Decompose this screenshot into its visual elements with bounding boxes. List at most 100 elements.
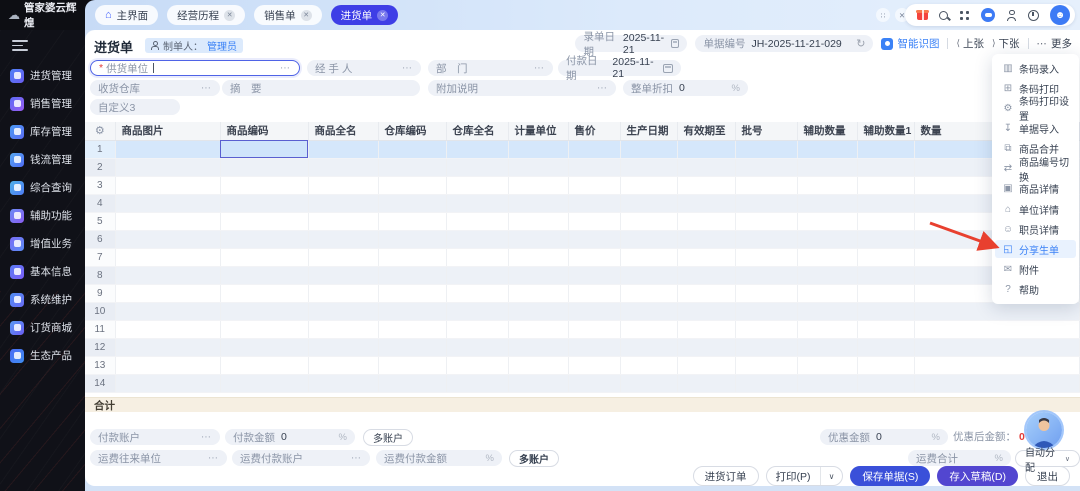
table-cell[interactable] bbox=[508, 320, 568, 338]
table-cell[interactable] bbox=[378, 266, 446, 284]
table-cell[interactable] bbox=[677, 248, 735, 266]
table-cell[interactable] bbox=[115, 176, 220, 194]
table-cell[interactable] bbox=[378, 248, 446, 266]
table-cell[interactable] bbox=[378, 212, 446, 230]
table-cell[interactable] bbox=[568, 140, 620, 158]
table-cell[interactable] bbox=[857, 356, 914, 374]
table-cell[interactable] bbox=[797, 302, 857, 320]
calendar-icon[interactable] bbox=[671, 39, 679, 48]
table-cell[interactable] bbox=[220, 320, 308, 338]
col-header[interactable]: 商品图片 bbox=[115, 122, 220, 140]
tab-purchase-order[interactable]: 进货单 ✕ bbox=[331, 5, 399, 25]
warehouse-field[interactable]: 收货仓库 ⋯ bbox=[90, 80, 220, 96]
refresh-icon[interactable]: ↻ bbox=[856, 37, 865, 50]
purchase-order-button[interactable]: 进货订单 bbox=[693, 466, 759, 486]
table-row[interactable]: 10 bbox=[85, 302, 1080, 320]
menu-item-unit-detail[interactable]: ⌂单位详情 bbox=[995, 200, 1076, 218]
table-cell[interactable] bbox=[677, 338, 735, 356]
save-button[interactable]: 保存单据(S) bbox=[850, 466, 930, 486]
sidebar-item-purchase[interactable]: 进货管理 bbox=[0, 68, 85, 83]
sidebar-item-value-added[interactable]: 增值业务 bbox=[0, 236, 85, 251]
table-cell[interactable] bbox=[677, 266, 735, 284]
table-cell[interactable] bbox=[446, 212, 508, 230]
menu-item-doc-import[interactable]: ↧单据导入 bbox=[995, 120, 1076, 138]
supplier-field[interactable]: * 供货单位 ⋯ bbox=[90, 60, 300, 76]
table-cell[interactable] bbox=[115, 320, 220, 338]
table-cell[interactable] bbox=[115, 158, 220, 176]
table-cell[interactable] bbox=[446, 194, 508, 212]
table-cell[interactable] bbox=[115, 284, 220, 302]
table-cell[interactable] bbox=[857, 194, 914, 212]
table-cell[interactable] bbox=[378, 374, 446, 392]
table-row[interactable]: 6 bbox=[85, 230, 1080, 248]
table-cell[interactable] bbox=[568, 176, 620, 194]
table-cell[interactable] bbox=[797, 248, 857, 266]
table-cell[interactable] bbox=[220, 266, 308, 284]
menu-item-barcode-print-settings[interactable]: ⚙条码打印设置 bbox=[995, 99, 1076, 117]
table-cell[interactable] bbox=[308, 374, 378, 392]
draft-button[interactable]: 存入草稿(D) bbox=[937, 466, 1018, 486]
table-cell[interactable] bbox=[378, 284, 446, 302]
table-cell[interactable] bbox=[620, 374, 677, 392]
history-clock-icon[interactable] bbox=[1028, 10, 1039, 21]
table-cell[interactable] bbox=[220, 140, 308, 158]
table-cell[interactable] bbox=[508, 248, 568, 266]
print-button[interactable]: 打印(P) bbox=[767, 469, 820, 484]
table-cell[interactable] bbox=[914, 320, 1080, 338]
table-cell[interactable] bbox=[308, 230, 378, 248]
col-header[interactable]: 仓库全名 bbox=[446, 122, 508, 140]
table-cell[interactable] bbox=[568, 266, 620, 284]
sidebar-item-order-mall[interactable]: 订货商城 bbox=[0, 320, 85, 335]
table-cell[interactable] bbox=[620, 266, 677, 284]
menu-item-barcode-entry[interactable]: ▥条码录入 bbox=[995, 59, 1076, 77]
table-cell[interactable] bbox=[378, 140, 446, 158]
gear-icon[interactable]: ⚙ bbox=[95, 125, 105, 137]
table-cell[interactable] bbox=[308, 248, 378, 266]
print-dropdown-icon[interactable]: ∨ bbox=[820, 467, 843, 485]
table-cell[interactable] bbox=[446, 176, 508, 194]
table-cell[interactable] bbox=[735, 158, 797, 176]
discount-amount-field[interactable]: 优惠金额 0 % bbox=[820, 429, 948, 445]
prev-doc-button[interactable]: ⟨ 上张 bbox=[956, 36, 984, 51]
sidebar-item-cashflow[interactable]: 钱流管理 bbox=[0, 152, 85, 167]
table-cell[interactable] bbox=[508, 338, 568, 356]
table-cell[interactable] bbox=[220, 230, 308, 248]
pay-amount-field[interactable]: 付款金额 0 % bbox=[225, 429, 355, 445]
table-cell[interactable] bbox=[568, 338, 620, 356]
menu-item-share-create[interactable]: ◱分享生单 bbox=[995, 240, 1076, 258]
note-field[interactable]: 附加说明 ⋯ bbox=[428, 80, 616, 96]
table-cell[interactable] bbox=[508, 194, 568, 212]
handler-field[interactable]: 经 手 人 ⋯ bbox=[307, 60, 421, 76]
table-cell[interactable] bbox=[735, 320, 797, 338]
table-cell[interactable] bbox=[914, 338, 1080, 356]
table-cell[interactable] bbox=[735, 284, 797, 302]
table-cell[interactable] bbox=[378, 356, 446, 374]
table-cell[interactable] bbox=[568, 194, 620, 212]
table-cell[interactable] bbox=[677, 320, 735, 338]
member-scan-icon[interactable] bbox=[1006, 10, 1017, 21]
discount-field[interactable]: 整单折扣 0 % bbox=[623, 80, 748, 96]
freight-account-field[interactable]: 运费付款账户 ⋯ bbox=[232, 450, 370, 466]
freight-total-field[interactable]: 运费合计 % bbox=[908, 450, 1011, 466]
table-cell[interactable] bbox=[378, 338, 446, 356]
table-cell[interactable] bbox=[677, 176, 735, 194]
table-cell[interactable] bbox=[446, 356, 508, 374]
table-cell[interactable] bbox=[735, 374, 797, 392]
col-header[interactable]: 售价 bbox=[568, 122, 620, 140]
table-cell[interactable] bbox=[115, 266, 220, 284]
table-cell[interactable] bbox=[508, 302, 568, 320]
table-cell[interactable] bbox=[857, 248, 914, 266]
table-cell[interactable] bbox=[508, 230, 568, 248]
table-cell[interactable] bbox=[857, 284, 914, 302]
table-cell[interactable] bbox=[857, 212, 914, 230]
table-cell[interactable] bbox=[220, 374, 308, 392]
freight-unit-field[interactable]: 运费往来单位 ⋯ bbox=[90, 450, 227, 466]
menu-item-attachment[interactable]: ✉附件 bbox=[995, 261, 1076, 279]
ellipsis-icon[interactable]: ⋯ bbox=[597, 83, 608, 94]
col-header[interactable]: 计量单位 bbox=[508, 122, 568, 140]
table-cell[interactable] bbox=[308, 212, 378, 230]
table-cell[interactable] bbox=[735, 338, 797, 356]
table-cell[interactable] bbox=[735, 176, 797, 194]
sidebar-item-eco-product[interactable]: 生态产品 bbox=[0, 348, 85, 363]
summary-field[interactable]: 摘 要 bbox=[222, 80, 420, 96]
